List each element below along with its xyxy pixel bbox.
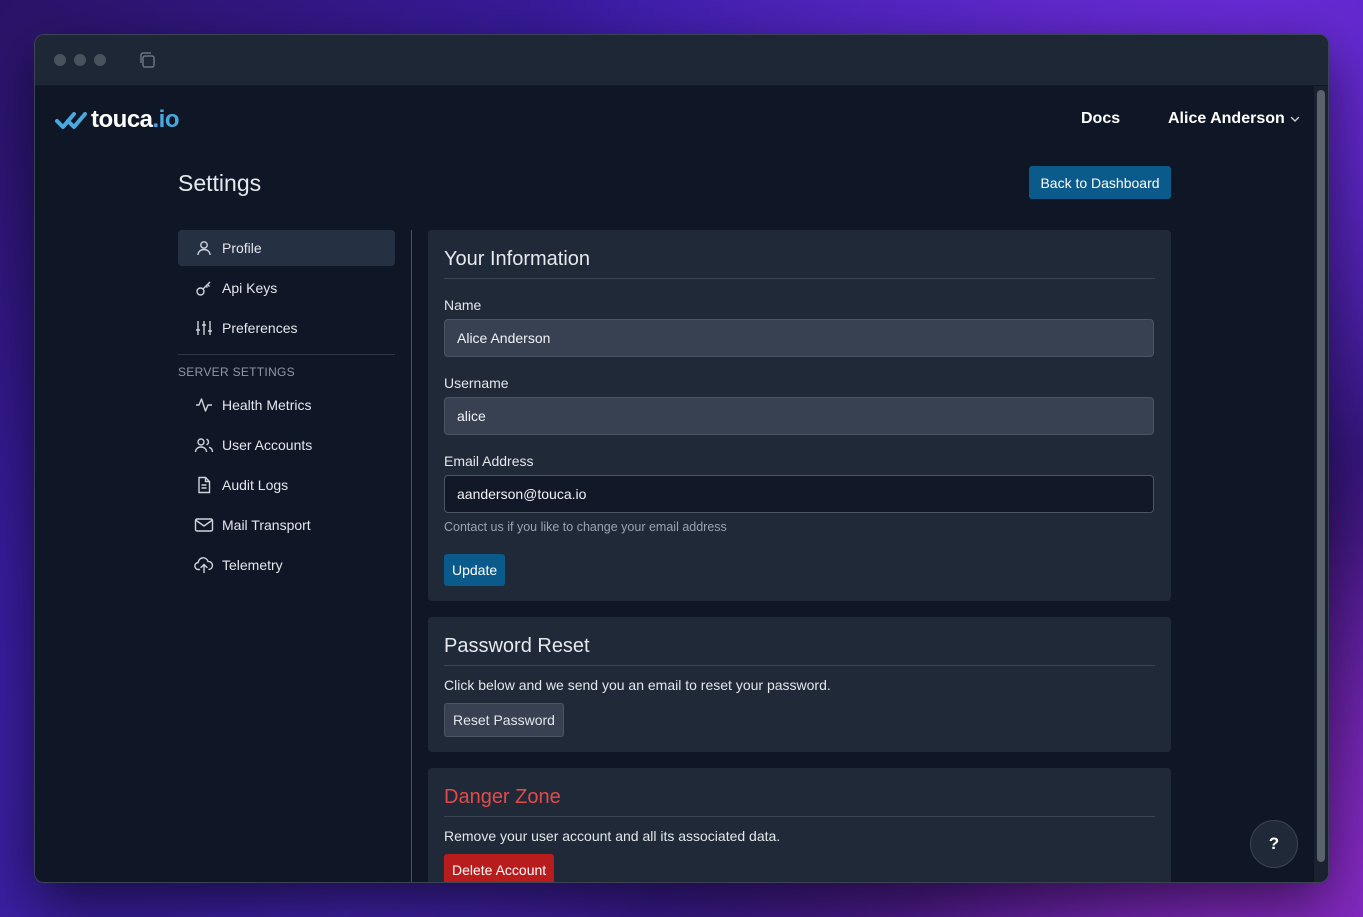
email-label: Email Address — [444, 453, 534, 469]
user-menu-label: Alice Anderson — [1168, 110, 1285, 127]
page-content: touca.io Docs Alice Anderson Settings Ba… — [35, 86, 1314, 882]
delete-account-button[interactable]: Delete Account — [444, 854, 555, 882]
app-window: touca.io Docs Alice Anderson Settings Ba… — [34, 34, 1329, 883]
key-icon — [194, 278, 214, 298]
card-title: Your Information — [444, 230, 1155, 279]
activity-icon — [194, 395, 214, 415]
brand-logo[interactable]: touca.io — [55, 106, 180, 134]
sidebar-item-health-metrics[interactable]: Health Metrics — [178, 387, 395, 423]
sidebar-item-user-accounts[interactable]: User Accounts — [178, 427, 395, 463]
sidebar-item-profile[interactable]: Profile — [178, 230, 395, 266]
sidebar-item-label: User Accounts — [222, 437, 313, 453]
sidebar-section-title: SERVER SETTINGS — [178, 365, 295, 379]
sidebar-item-audit-logs[interactable]: Audit Logs — [178, 467, 395, 503]
name-label: Name — [444, 297, 482, 313]
reset-password-button[interactable]: Reset Password — [444, 703, 564, 737]
close-window-button[interactable] — [54, 54, 66, 66]
window-titlebar — [35, 35, 1328, 86]
username-field[interactable] — [444, 397, 1154, 435]
brand-name: touca.io — [91, 106, 180, 134]
sidebar-item-preferences[interactable]: Preferences — [178, 310, 395, 346]
card-title: Danger Zone — [444, 768, 1155, 817]
sidebar-divider — [178, 354, 395, 355]
user-menu[interactable]: Alice Anderson — [1168, 110, 1301, 128]
sidebar-item-label: Telemetry — [222, 557, 283, 573]
scrollbar-thumb[interactable] — [1317, 90, 1325, 862]
user-icon — [194, 238, 214, 258]
cloud-upload-icon — [194, 555, 214, 575]
mail-icon — [194, 515, 214, 535]
users-icon — [194, 435, 214, 455]
sidebar-separator — [411, 230, 412, 882]
username-label: Username — [444, 375, 509, 391]
docs-link[interactable]: Docs — [1081, 110, 1120, 128]
logo-check-icon — [55, 112, 87, 129]
chevron-down-icon — [1290, 116, 1299, 122]
brand-name-main: touca — [91, 106, 153, 133]
password-reset-card: Password Reset Click below and we send y… — [428, 617, 1171, 752]
scrollbar[interactable] — [1314, 86, 1328, 882]
sidebar-item-mail-transport[interactable]: Mail Transport — [178, 507, 395, 543]
card-title: Password Reset — [444, 617, 1155, 666]
page-title: Settings — [178, 170, 262, 196]
tabs-icon[interactable] — [138, 51, 156, 69]
top-navbar: touca.io Docs Alice Anderson — [35, 86, 1314, 154]
email-field[interactable] — [444, 475, 1154, 513]
update-button[interactable]: Update — [444, 554, 506, 586]
maximize-window-button[interactable] — [94, 54, 106, 66]
sidebar-item-label: Mail Transport — [222, 517, 311, 533]
sidebar-item-label: Api Keys — [222, 280, 278, 296]
sidebar-item-label: Profile — [222, 240, 262, 256]
minimize-window-button[interactable] — [74, 54, 86, 66]
sidebar-item-label: Health Metrics — [222, 397, 312, 413]
document-icon — [194, 475, 214, 495]
settings-sidebar: Profile Api Keys Preferences SERVER SETT… — [178, 230, 395, 587]
password-reset-text: Click below and we send you an email to … — [444, 677, 831, 693]
sidebar-item-label: Audit Logs — [222, 477, 289, 493]
sidebar-item-label: Preferences — [222, 320, 298, 336]
help-button[interactable]: ? — [1250, 820, 1298, 868]
sidebar-item-api-keys[interactable]: Api Keys — [178, 270, 395, 306]
brand-name-suffix: .io — [152, 106, 180, 133]
danger-zone-text: Remove your user account and all its ass… — [444, 828, 781, 844]
back-to-dashboard-button[interactable]: Back to Dashboard — [1029, 166, 1171, 199]
danger-zone-card: Danger Zone Remove your user account and… — [428, 768, 1171, 882]
name-field[interactable] — [444, 319, 1154, 357]
sidebar-item-telemetry[interactable]: Telemetry — [178, 547, 395, 583]
email-hint: Contact us if you like to change your em… — [444, 520, 727, 534]
sliders-icon — [194, 318, 214, 338]
your-information-card: Your Information Name Username Email Add… — [428, 230, 1171, 601]
